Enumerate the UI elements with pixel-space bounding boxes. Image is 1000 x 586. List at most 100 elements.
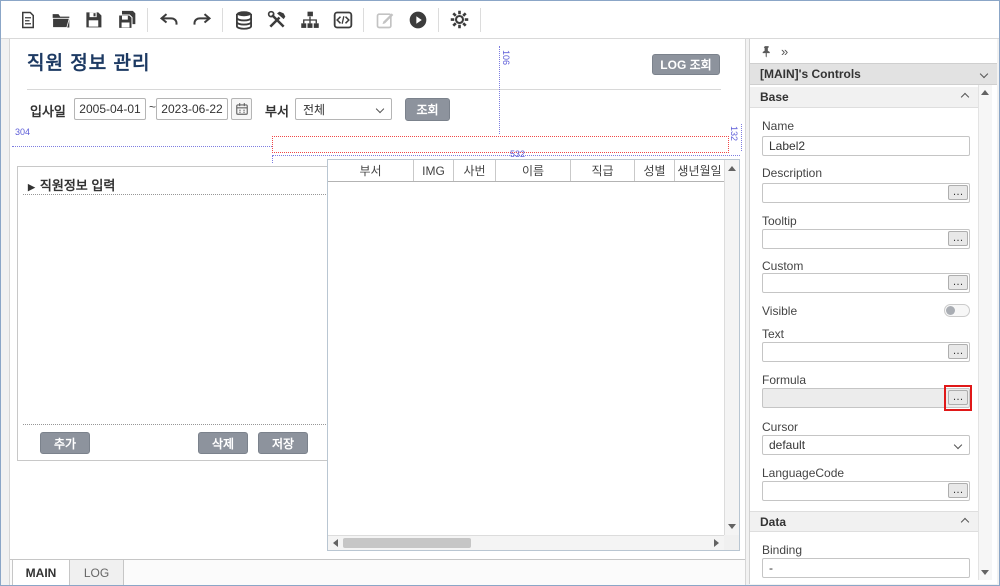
formula-input[interactable]: [762, 388, 970, 408]
formula-label: Formula: [762, 373, 806, 387]
grid-horizontal-scrollbar[interactable]: [328, 535, 724, 550]
add-button[interactable]: 추가: [40, 432, 90, 454]
run-icon: [408, 10, 428, 30]
collapse-arrow-icon: ▶: [28, 182, 35, 192]
department-select[interactable]: 전체: [295, 98, 392, 120]
edit-button[interactable]: [368, 3, 401, 37]
screen-tab-bar: MAIN LOG: [10, 559, 745, 585]
build-tools-button[interactable]: [260, 3, 293, 37]
description-input[interactable]: [762, 183, 970, 203]
save-icon: [84, 10, 103, 29]
scrollbar-thumb[interactable]: [343, 538, 471, 548]
scroll-right-arrow-icon[interactable]: [714, 539, 719, 547]
sitemap-icon: [300, 10, 320, 30]
tooltip-label: Tooltip: [762, 214, 797, 228]
scroll-up-arrow-icon[interactable]: [728, 166, 736, 171]
panel-scrollbar[interactable]: [978, 85, 992, 580]
name-label: Name: [762, 119, 794, 133]
description-ellipsis-button[interactable]: …: [948, 185, 968, 200]
toolbar-divider: [147, 8, 148, 32]
grid-column-header[interactable]: 부서: [328, 160, 414, 181]
language-code-input[interactable]: [762, 481, 970, 501]
right-distance-annotation: 132: [729, 126, 739, 141]
scroll-up-arrow-icon[interactable]: [981, 90, 989, 95]
chevron-down-icon: [954, 441, 962, 449]
undo-button[interactable]: [152, 3, 185, 37]
date-range-separator: ~: [149, 100, 156, 114]
open-folder-button[interactable]: [44, 3, 77, 37]
date-to-input[interactable]: [156, 98, 228, 120]
text-input[interactable]: [762, 342, 970, 362]
calendar-button[interactable]: [231, 98, 252, 120]
left-distance-guide-line: [12, 146, 272, 147]
employee-grid: 부서 IMG 사번 이름 직급 성별 생년월일: [327, 159, 740, 551]
grid-column-header[interactable]: 성별: [635, 160, 675, 181]
language-code-label: LanguageCode: [762, 466, 844, 480]
language-code-ellipsis-button[interactable]: …: [948, 483, 968, 498]
chevron-down-icon: [980, 70, 988, 78]
chevron-up-icon: [961, 93, 969, 101]
toolbar-divider: [480, 8, 481, 32]
controls-header-title: [MAIN]'s Controls: [760, 67, 861, 81]
scroll-down-arrow-icon[interactable]: [981, 570, 989, 575]
code-editor-button[interactable]: [326, 3, 359, 37]
search-button[interactable]: 조회: [405, 98, 450, 121]
data-section-header[interactable]: Data: [750, 511, 978, 532]
save-record-button[interactable]: 저장: [258, 432, 308, 454]
custom-ellipsis-button[interactable]: …: [948, 275, 968, 290]
grid-column-header[interactable]: 사번: [454, 160, 496, 181]
tab-log[interactable]: LOG: [70, 560, 124, 585]
collapse-panel-icon[interactable]: »: [781, 44, 788, 59]
selected-control-bounds: [272, 136, 729, 153]
properties-panel: » [MAIN]'s Controls Base Name Descriptio…: [749, 39, 997, 584]
save-button[interactable]: [77, 3, 110, 37]
open-folder-icon: [51, 10, 71, 30]
controls-header[interactable]: [MAIN]'s Controls: [750, 63, 997, 85]
scroll-left-arrow-icon[interactable]: [333, 539, 338, 547]
grid-column-header[interactable]: 이름: [496, 160, 571, 181]
pin-icon[interactable]: [760, 45, 773, 58]
custom-input[interactable]: [762, 273, 970, 293]
form-panel-title[interactable]: ▶직원정보 입력: [28, 175, 115, 194]
toggle-knob: [946, 306, 955, 315]
tooltip-input[interactable]: [762, 229, 970, 249]
text-ellipsis-button[interactable]: …: [948, 344, 968, 359]
toolbar: [1, 1, 999, 39]
redo-icon: [192, 10, 212, 30]
delete-button[interactable]: 삭제: [198, 432, 248, 454]
database-icon: [234, 10, 254, 30]
log-search-button[interactable]: LOG 조회: [652, 54, 720, 75]
save-all-button[interactable]: [110, 3, 143, 37]
base-section-header[interactable]: Base: [750, 87, 978, 108]
binding-input[interactable]: [762, 558, 970, 578]
toolbar-divider: [438, 8, 439, 32]
visible-toggle[interactable]: [944, 304, 970, 317]
tooltip-ellipsis-button[interactable]: …: [948, 231, 968, 246]
settings-icon: [449, 9, 470, 30]
scroll-down-arrow-icon[interactable]: [728, 524, 736, 529]
new-file-icon: [19, 11, 37, 29]
top-distance-guide-line: [499, 46, 500, 134]
visible-label: Visible: [762, 304, 797, 318]
employee-form-panel: ▶직원정보 입력 추가 삭제 저장: [17, 166, 332, 461]
grid-column-header[interactable]: IMG: [414, 160, 454, 181]
date-from-input[interactable]: [74, 98, 146, 120]
new-file-button[interactable]: [11, 3, 44, 37]
sitemap-button[interactable]: [293, 3, 326, 37]
panel-toolbar: »: [750, 39, 997, 63]
hire-date-label: 입사일: [30, 101, 66, 120]
database-button[interactable]: [227, 3, 260, 37]
redo-button[interactable]: [185, 3, 218, 37]
title-divider: [27, 89, 721, 90]
tab-main[interactable]: MAIN: [12, 560, 70, 585]
grid-vertical-scrollbar[interactable]: [724, 160, 739, 535]
chevron-up-icon: [961, 517, 969, 525]
custom-label: Custom: [762, 259, 803, 273]
run-button[interactable]: [401, 3, 434, 37]
cursor-select[interactable]: default: [762, 435, 970, 455]
settings-button[interactable]: [443, 3, 476, 37]
name-input[interactable]: [762, 136, 970, 156]
grid-column-header[interactable]: 생년월일: [675, 160, 724, 181]
grid-column-header[interactable]: 직급: [571, 160, 635, 181]
app-window: 직원 정보 관리 LOG 조회 입사일 ~ 부서 전체 조회 304 532 1…: [0, 0, 1000, 586]
